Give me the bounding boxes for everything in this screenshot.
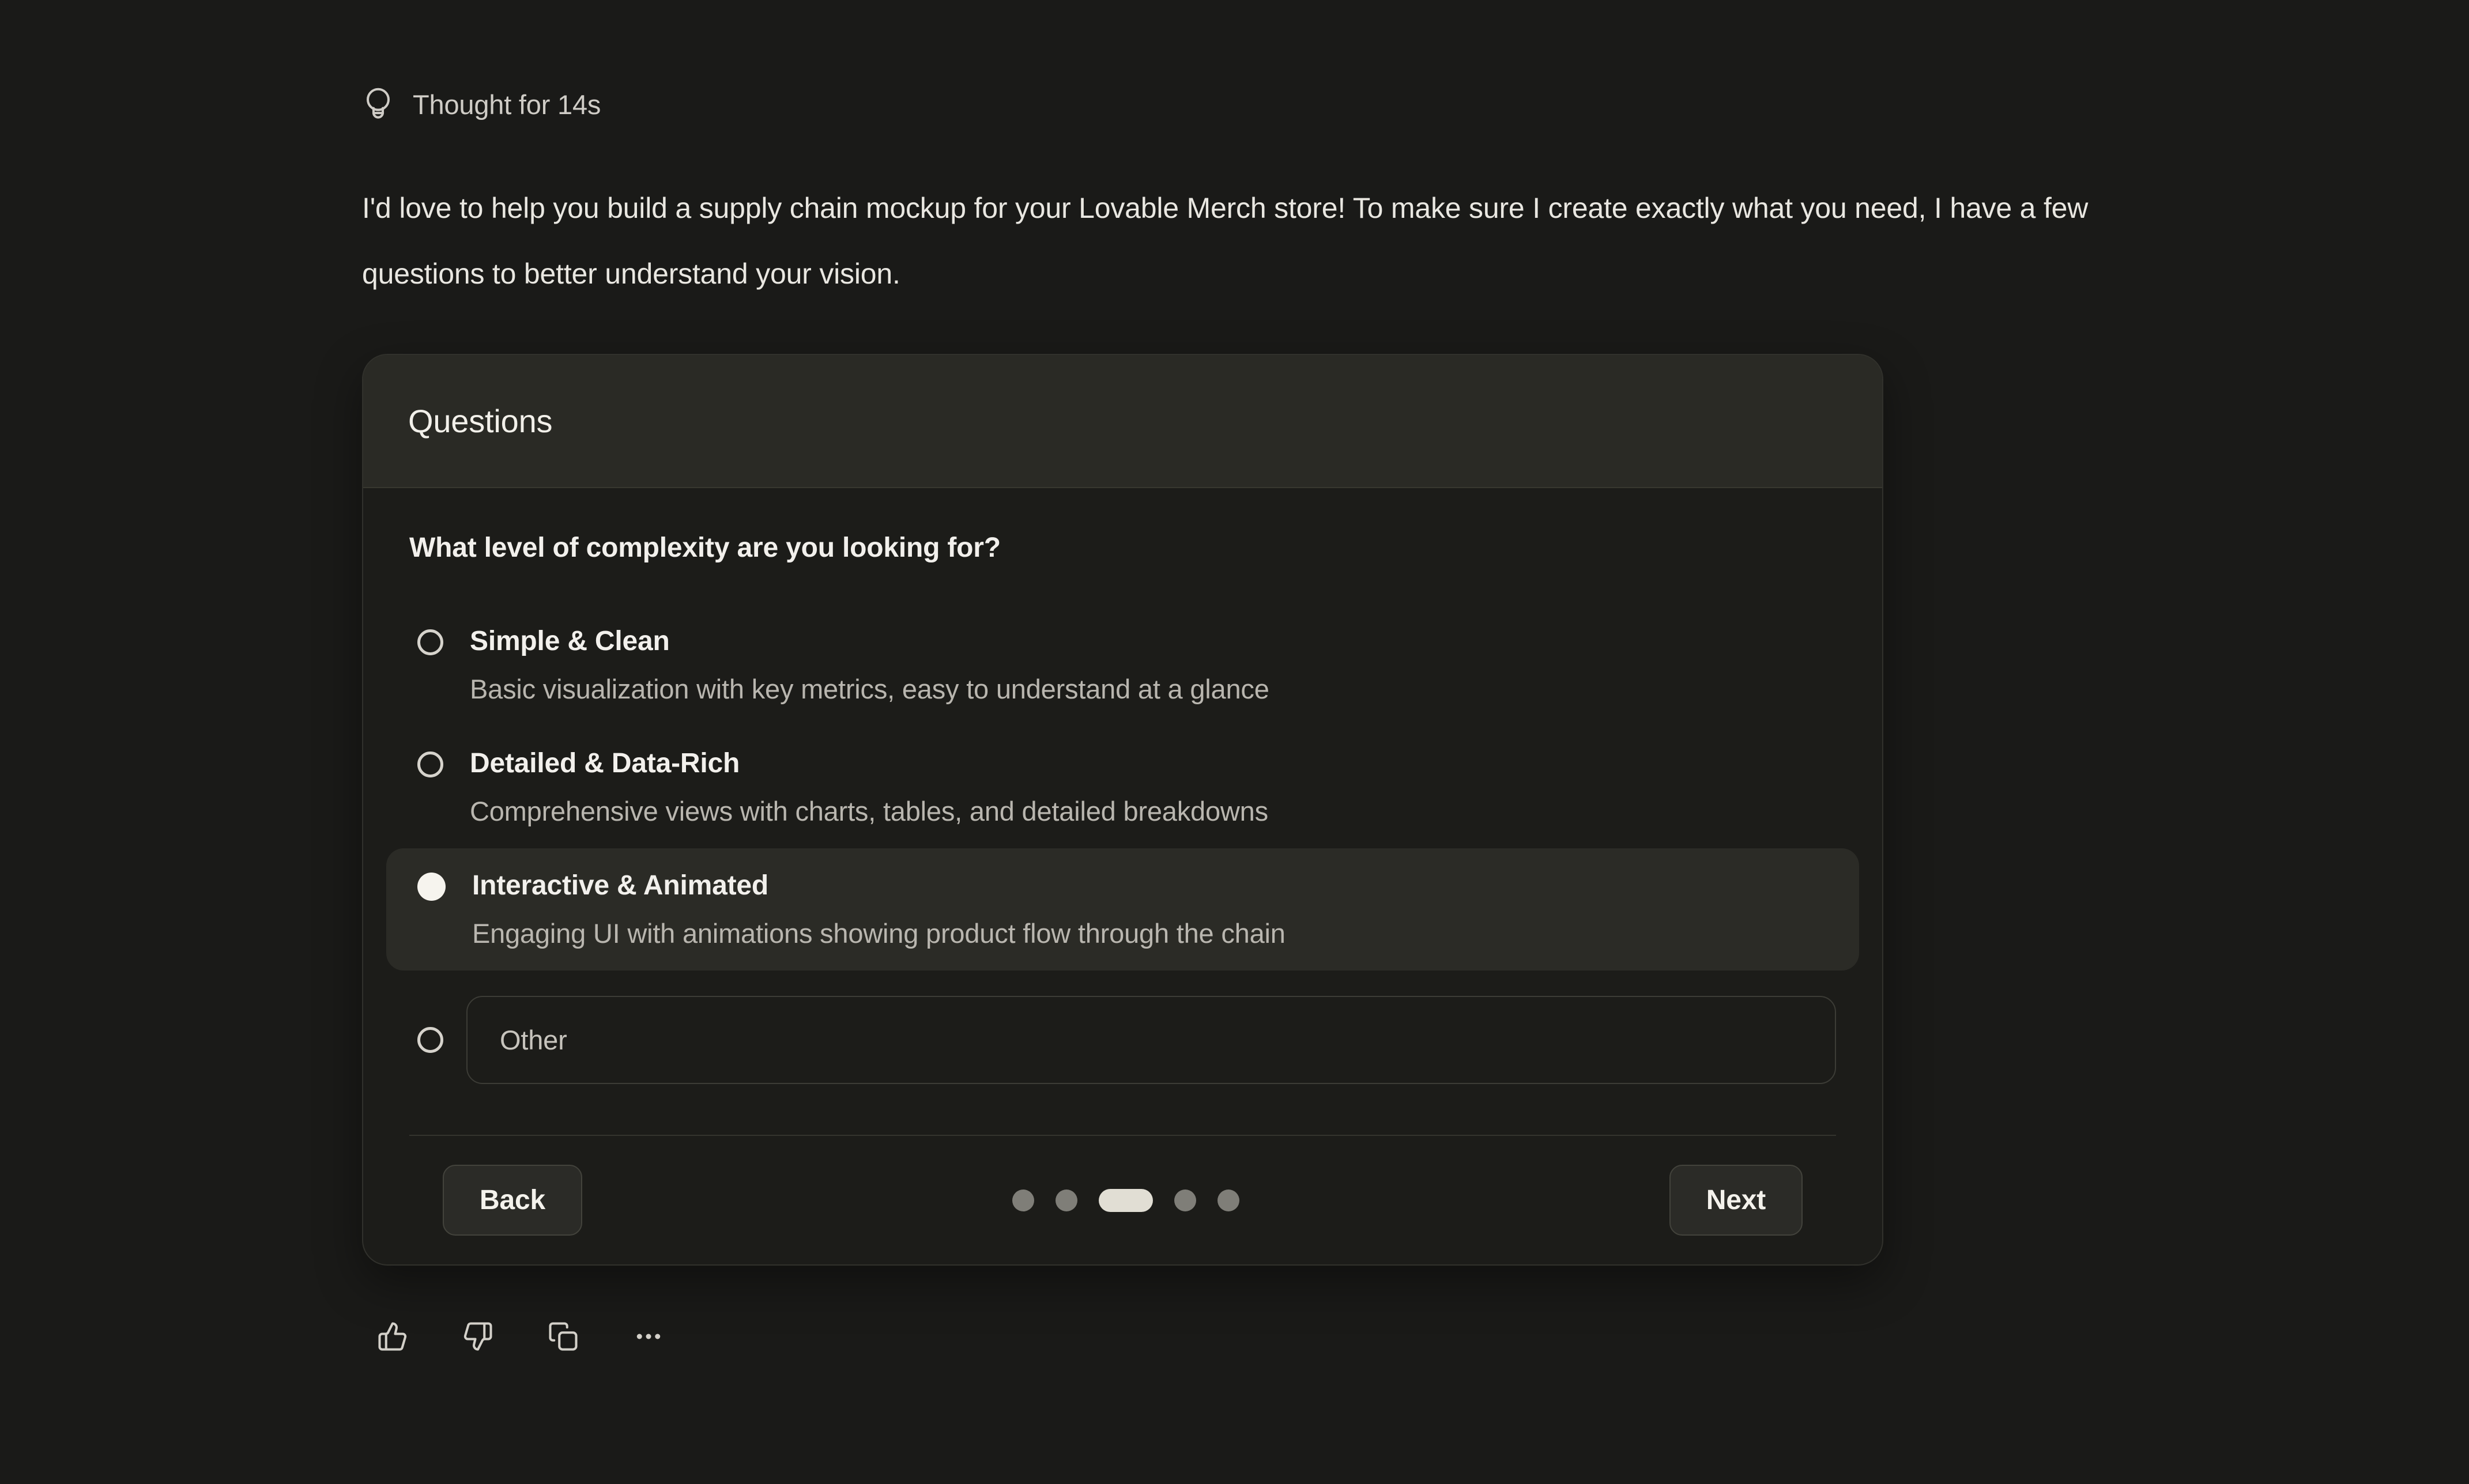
lightbulb-icon	[363, 86, 393, 122]
more-options-button[interactable]	[633, 1321, 664, 1352]
option-simple-clean[interactable]: Simple & Clean Basic visualization with …	[386, 604, 1859, 726]
radio-other[interactable]	[417, 1027, 443, 1053]
questions-card-footer: Back Next	[409, 1135, 1836, 1264]
question-text: What level of complexity are you looking…	[409, 532, 1836, 564]
option-description: Engaging UI with animations showing prod…	[472, 917, 1286, 950]
option-title: Detailed & Data-Rich	[470, 747, 1268, 780]
questions-card-header: Questions	[363, 355, 1882, 488]
pagination-dot[interactable]	[1217, 1190, 1239, 1211]
copy-button[interactable]	[548, 1321, 579, 1352]
thumbs-up-icon	[377, 1321, 408, 1352]
copy-icon	[548, 1321, 579, 1352]
pagination-dot[interactable]	[1012, 1190, 1034, 1211]
radio-interactive-animated[interactable]	[417, 873, 446, 901]
ellipsis-icon	[633, 1321, 664, 1352]
next-button[interactable]: Next	[1669, 1165, 1803, 1236]
pagination-dot[interactable]	[1174, 1190, 1196, 1211]
option-other	[386, 996, 1859, 1084]
thumbs-down-button[interactable]	[462, 1321, 493, 1352]
back-button[interactable]: Back	[443, 1165, 582, 1236]
option-interactive-animated[interactable]: Interactive & Animated Engaging UI with …	[386, 848, 1859, 971]
option-title: Simple & Clean	[470, 625, 1269, 658]
thought-header[interactable]: Thought for 14s	[363, 86, 2469, 122]
thought-duration-label: Thought for 14s	[413, 89, 601, 120]
message-actions-toolbar	[377, 1321, 2469, 1352]
questions-card: Questions What level of complexity are y…	[362, 354, 1883, 1266]
pagination-dot-active[interactable]	[1099, 1189, 1153, 1212]
option-detailed-data-rich[interactable]: Detailed & Data-Rich Comprehensive views…	[386, 726, 1859, 848]
radio-simple-clean[interactable]	[417, 629, 443, 655]
option-title: Interactive & Animated	[472, 869, 1286, 903]
questions-card-body: What level of complexity are you looking…	[363, 488, 1882, 1264]
questions-card-title: Questions	[408, 403, 552, 439]
option-description: Comprehensive views with charts, tables,…	[470, 795, 1268, 828]
assistant-message-text: I'd love to help you build a supply chai…	[362, 175, 2207, 307]
option-description: Basic visualization with key metrics, ea…	[470, 673, 1269, 705]
pagination-dot[interactable]	[1056, 1190, 1077, 1211]
pagination-dots	[1012, 1189, 1239, 1212]
other-option-input[interactable]	[466, 996, 1836, 1084]
radio-detailed-data-rich[interactable]	[417, 752, 443, 777]
thumbs-up-button[interactable]	[377, 1321, 408, 1352]
thumbs-down-icon	[462, 1321, 493, 1352]
chat-message-area: Thought for 14s I'd love to help you bui…	[0, 0, 2469, 1352]
